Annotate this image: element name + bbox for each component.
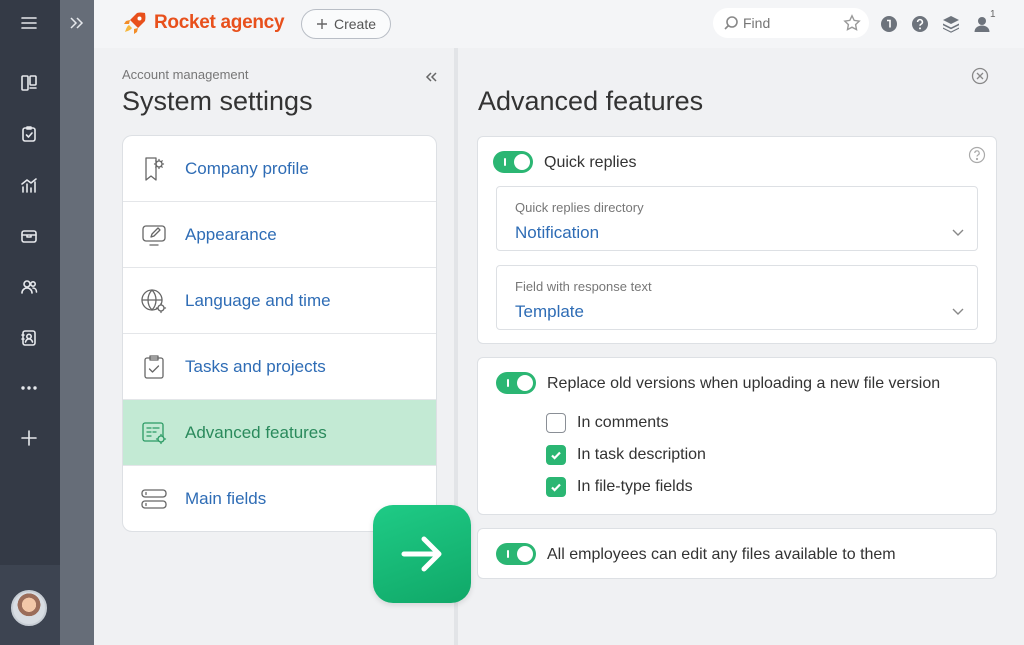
- add-icon[interactable]: [14, 423, 44, 453]
- contacts-icon[interactable]: [14, 323, 44, 353]
- timer-icon[interactable]: [879, 14, 899, 34]
- replace-versions-card: Replace old versions when uploading a ne…: [477, 357, 997, 515]
- quick-replies-directory-select[interactable]: Quick replies directory Notification: [496, 186, 978, 251]
- more-icon[interactable]: [14, 373, 44, 403]
- chevron-down-icon: [951, 225, 965, 239]
- badge-gear-icon: [140, 155, 168, 183]
- menu-item-tasks-and-projects[interactable]: Tasks and projects: [123, 334, 436, 400]
- in-file-type-fields-checkbox[interactable]: [546, 477, 566, 497]
- replace-versions-label: Replace old versions when uploading a ne…: [547, 375, 941, 392]
- layers-icon[interactable]: [941, 14, 961, 34]
- quick-replies-card: Quick replies Quick replies directory No…: [477, 136, 997, 344]
- edit-files-card: All employees can edit any files availab…: [477, 528, 997, 579]
- form-gear-icon: [140, 419, 168, 447]
- in-comments-checkbox[interactable]: [546, 413, 566, 433]
- menu-label: Company profile: [185, 158, 309, 178]
- menu-item-company-profile[interactable]: Company profile: [123, 136, 436, 202]
- menu-item-appearance[interactable]: Appearance: [123, 202, 436, 268]
- close-icon[interactable]: [971, 67, 989, 85]
- menu-item-language-and-time[interactable]: Language and time: [123, 268, 436, 334]
- collapse-icon[interactable]: [424, 70, 438, 84]
- monitor-pencil-icon: [140, 221, 168, 249]
- check-icon: [551, 483, 561, 492]
- left-nav-rail: [0, 0, 60, 645]
- response-text-field-select[interactable]: Field with response text Template: [496, 265, 978, 330]
- field-value: Notification: [515, 223, 600, 242]
- create-label: Create: [333, 16, 377, 32]
- menu-icon[interactable]: [14, 8, 44, 38]
- in-task-description-option[interactable]: In task description: [546, 445, 706, 465]
- field-value: Template: [515, 302, 584, 321]
- page-title: System settings: [122, 86, 313, 116]
- menu-item-advanced-features[interactable]: Advanced features: [123, 400, 436, 466]
- menu-label: Advanced features: [185, 422, 327, 442]
- next-arrow-button[interactable]: [373, 505, 471, 603]
- edit-files-toggle[interactable]: [496, 543, 536, 565]
- menu-label: Language and time: [185, 290, 331, 310]
- fields-icon: [140, 485, 168, 513]
- replace-versions-toggle[interactable]: [496, 372, 536, 394]
- edit-files-label: All employees can edit any files availab…: [547, 546, 896, 563]
- section-title: Advanced features: [478, 86, 704, 116]
- plus-icon: [316, 19, 327, 29]
- top-bar: Rocket agency Create 1: [94, 0, 1024, 48]
- menu-label: Main fields: [185, 489, 267, 508]
- search-input[interactable]: [743, 15, 833, 31]
- favorite-star-icon[interactable]: [843, 14, 861, 32]
- settings-menu: Company profile Appearance Language and …: [122, 135, 437, 532]
- quick-replies-toggle[interactable]: [493, 151, 533, 173]
- help-icon[interactable]: [910, 14, 930, 34]
- users-icon[interactable]: [14, 272, 44, 302]
- notification-count: 1: [990, 9, 996, 20]
- quick-replies-label: Quick replies: [544, 154, 637, 171]
- in-task-description-checkbox[interactable]: [546, 445, 566, 465]
- help-circle-icon[interactable]: [968, 146, 986, 164]
- arrow-right-icon: [401, 536, 442, 572]
- in-comments-option[interactable]: In comments: [546, 413, 669, 433]
- in-file-type-fields-option[interactable]: In file-type fields: [546, 477, 693, 497]
- expand-icon[interactable]: [68, 14, 86, 32]
- create-button[interactable]: Create: [301, 9, 391, 39]
- field-label: Quick replies directory: [515, 200, 644, 215]
- breadcrumb[interactable]: Account management: [122, 67, 248, 82]
- user-icon[interactable]: [972, 14, 992, 34]
- analytics-icon[interactable]: [14, 170, 44, 200]
- logo[interactable]: Rocket agency: [122, 10, 285, 36]
- checkbox-label: In comments: [577, 414, 669, 431]
- globe-gear-icon: [140, 287, 168, 315]
- secondary-rail: [60, 0, 94, 645]
- field-label: Field with response text: [515, 279, 652, 294]
- advanced-features-panel: Advanced features Quick replies Quick re…: [458, 48, 1024, 645]
- menu-label: Appearance: [185, 224, 277, 244]
- search-box[interactable]: [713, 8, 869, 38]
- menu-label: Tasks and projects: [185, 356, 326, 376]
- search-icon: [724, 16, 738, 30]
- inbox-icon[interactable]: [14, 221, 44, 251]
- logo-text: Rocket agency: [154, 12, 285, 33]
- tasks-icon[interactable]: [14, 119, 44, 149]
- checkbox-label: In task description: [577, 446, 706, 463]
- user-avatar[interactable]: [11, 590, 47, 626]
- rocket-icon: [124, 12, 146, 34]
- checkbox-label: In file-type fields: [577, 478, 693, 495]
- check-icon: [551, 451, 561, 460]
- chevron-down-icon: [951, 304, 965, 318]
- boards-icon[interactable]: [14, 68, 44, 98]
- clipboard-check-icon: [140, 353, 168, 381]
